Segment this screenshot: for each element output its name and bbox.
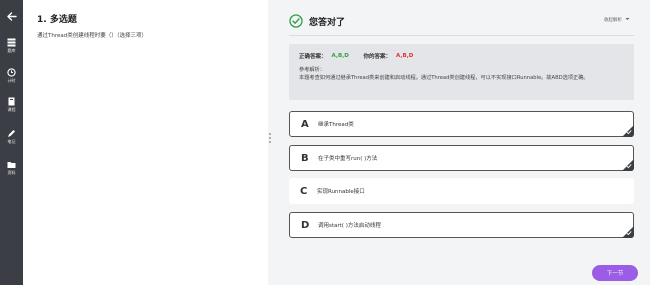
check-icon (626, 130, 632, 135)
back-arrow-icon[interactable] (5, 10, 18, 23)
result-header: 您答对了 (289, 13, 345, 29)
option-c[interactable]: C 实现Runnable接口 (289, 178, 634, 204)
question-text: 通过Thread类创建线程时要（）（选择三项） (37, 33, 147, 39)
caret-down-icon (625, 18, 630, 20)
question-panel: 1. 多选题 通过Thread类创建线程时要（）（选择三项） (23, 0, 268, 285)
option-b[interactable]: B 在子类中重写run( )方法 (289, 145, 634, 171)
option-text: 在子类中重写run( )方法 (318, 156, 378, 162)
answer-panel: 您答对了 收起解析 正确答案： A,B,D 你的答案： A,B,D 参考解析： … (273, 0, 650, 285)
sidebar-item-notes[interactable]: 笔记 (0, 129, 23, 145)
next-section-button[interactable]: 下一节 (592, 265, 638, 281)
check-icon (626, 164, 632, 169)
option-letter: B (301, 152, 309, 164)
option-text: 继承Thread类 (318, 122, 354, 128)
reference-analysis-label: 参考解析： (299, 67, 325, 73)
option-letter: C (300, 185, 308, 197)
book-icon (7, 38, 16, 47)
option-letter: D (301, 219, 310, 231)
your-answer-value: A,B,D (396, 53, 414, 59)
sidebar-item-label: 课程 (7, 107, 16, 112)
collapse-analysis-toggle[interactable]: 收起解析 (604, 17, 630, 23)
pen-icon (8, 130, 15, 137)
sidebar-item-materials[interactable]: 资料 (0, 160, 23, 176)
option-letter: A (301, 118, 309, 130)
option-text: 实现Runnable接口 (317, 189, 365, 195)
correct-answer-value: A,B,D (331, 53, 349, 59)
option-text: 调用start( )方法启动线程 (318, 223, 381, 229)
sidebar-item-question-bank[interactable]: 题库 (0, 38, 23, 54)
folder-icon (7, 162, 16, 168)
sidebar-item-label: 资料 (7, 170, 16, 175)
clock-icon (7, 68, 16, 77)
sidebar-item-label: 题库 (7, 48, 16, 53)
sidebar-item-label: 笔记 (7, 139, 16, 144)
divider (289, 35, 634, 36)
sidebar-item-timer[interactable]: 计时 (0, 68, 23, 84)
question-title: 1. 多选题 (37, 15, 77, 25)
option-d[interactable]: D 调用start( )方法启动线程 (289, 212, 634, 238)
option-a[interactable]: A 继承Thread类 (289, 111, 634, 137)
check-circle-icon (289, 14, 303, 28)
reference-analysis-text: 本题考查如何通过继承Thread类来创建和启动线程。通过Thread类创建线程，… (299, 75, 589, 81)
check-icon (626, 231, 632, 236)
analysis-box: 正确答案： A,B,D 你的答案： A,B,D 参考解析： 本题考查如何通过继承… (289, 44, 634, 100)
correct-answer-label: 正确答案： (299, 54, 327, 60)
collapse-analysis-label: 收起解析 (604, 18, 622, 23)
answer-row: 正确答案： A,B,D 你的答案： A,B,D (299, 52, 624, 60)
sidebar-item-label: 计时 (7, 78, 16, 83)
sidebar-item-course[interactable]: 课程 (0, 97, 23, 113)
course-icon (8, 97, 15, 106)
sidebar: 题库 计时 课程 笔记 资料 (0, 0, 23, 285)
your-answer-label: 你的答案： (363, 54, 392, 60)
result-status: 您答对了 (309, 17, 346, 28)
